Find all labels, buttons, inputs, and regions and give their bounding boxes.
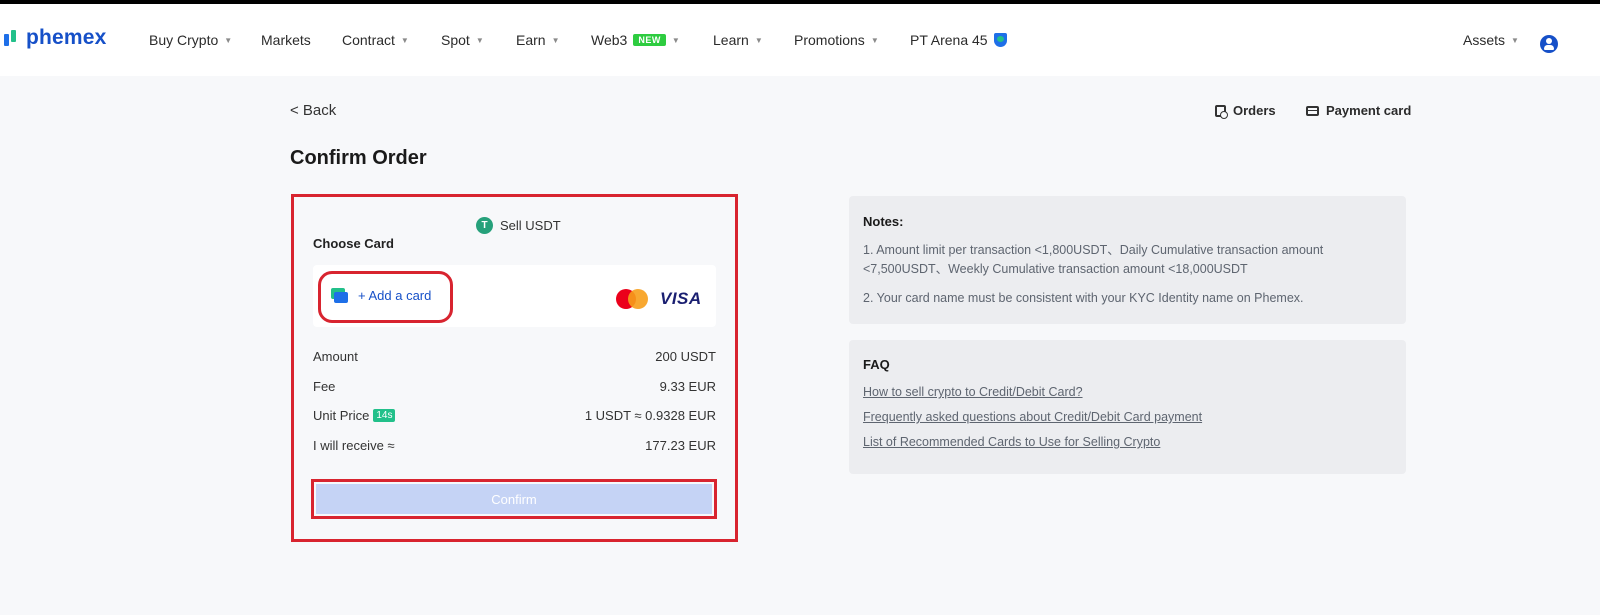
faq-link-card-payment-questions[interactable]: Frequently asked questions about Credit/… [863,410,1392,424]
shield-icon [993,33,1007,47]
unit-price-row: Unit Price 14s 1 USDT ≈ 0.9328 EUR [313,408,716,423]
nav-promotions-label: Promotions [794,32,865,48]
nav-learn[interactable]: Learn ▼ [713,32,763,48]
unit-price-value: 1 USDT ≈ 0.9328 EUR [584,408,716,423]
nav-assets[interactable]: Assets ▼ [1463,32,1519,48]
nav-web3-label: Web3 [591,32,628,48]
top-navigation: phemex Buy Crypto ▼ Markets Contract ▼ S… [0,4,1600,76]
add-card-label: + Add a card [358,288,432,303]
faq-link-sell-to-card[interactable]: How to sell crypto to Credit/Debit Card? [863,385,1392,399]
visa-icon: VISA [660,289,702,308]
logo-text: phemex [26,26,107,49]
nav-assets-label: Assets [1463,32,1506,48]
faq-link-recommended-cards[interactable]: List of Recommended Cards to Use for Sel… [863,435,1392,449]
user-avatar-icon[interactable] [1540,35,1558,53]
chevron-down-icon: ▼ [671,35,680,45]
new-badge: NEW [633,34,666,46]
note-limit-line-2: <7,500USDT、Weekly Cumulative transaction… [863,262,1248,276]
order-panel: T Sell USDT Choose Card + Add a card VIS… [291,194,738,542]
unit-price-label: Unit Price [313,408,370,423]
confirm-button[interactable]: Confirm [316,484,712,514]
notes-panel: Notes: 1. Amount limit per transaction <… [849,196,1406,324]
nav-buy-crypto-label: Buy Crypto [149,32,219,48]
unit-price-label-group: Unit Price 14s [313,408,396,423]
nav-spot[interactable]: Spot ▼ [441,32,484,48]
payment-card-label: Payment card [1326,103,1412,118]
nav-buy-crypto[interactable]: Buy Crypto ▼ [149,32,232,48]
nav-markets-label: Markets [261,32,311,48]
chevron-down-icon: ▼ [870,35,879,45]
receive-value: 177.23 EUR [645,438,716,453]
chevron-down-icon: ▼ [754,35,763,45]
nav-pt-arena[interactable]: PT Arena 45 [910,32,1007,48]
orders-icon [1215,104,1228,119]
nav-promotions[interactable]: Promotions ▼ [794,32,879,48]
orders-label: Orders [1233,103,1276,118]
refresh-timer-badge: 14s [373,409,396,422]
sell-asset-label: T Sell USDT [476,217,561,234]
chevron-down-icon: ▼ [475,35,484,45]
faq-panel: FAQ How to sell crypto to Credit/Debit C… [849,340,1406,474]
note-limit-line-1: 1. Amount limit per transaction <1,800US… [863,243,1324,257]
faq-title: FAQ [863,357,890,372]
phemex-logo-icon [4,28,20,48]
nav-pt-arena-label: PT Arena 45 [910,32,988,48]
nav-contract-label: Contract [342,32,395,48]
orders-link[interactable]: Orders [1215,103,1276,119]
chevron-down-icon: ▼ [224,35,233,45]
nav-learn-label: Learn [713,32,749,48]
nav-earn[interactable]: Earn ▼ [516,32,560,48]
nav-web3[interactable]: Web3 NEW ▼ [591,32,680,48]
notes-title: Notes: [863,214,904,229]
payment-card-link[interactable]: Payment card [1306,103,1411,118]
choose-card-label: Choose Card [313,236,394,251]
tether-icon: T [476,217,493,234]
amount-value: 200 USDT [655,349,716,364]
fee-row: Fee 9.33 EUR [313,379,716,394]
receive-label: I will receive ≈ [313,438,395,453]
phemex-logo[interactable]: phemex [4,26,107,50]
chevron-down-icon: ▼ [1511,35,1519,45]
nav-earn-label: Earn [516,32,546,48]
fee-value: 9.33 EUR [659,379,716,394]
add-card-button[interactable]: + Add a card [331,288,431,303]
amount-row: Amount 200 USDT [313,349,716,364]
chevron-down-icon: ▼ [551,35,560,45]
wallet-icon [331,288,348,303]
note-kyc-line: 2. Your card name must be consistent wit… [863,291,1304,305]
nav-contract[interactable]: Contract ▼ [342,32,409,48]
back-link[interactable]: < Back [290,102,336,119]
amount-label: Amount [313,349,358,364]
fee-label: Fee [313,379,336,394]
nav-markets[interactable]: Markets [261,32,311,48]
chevron-down-icon: ▼ [400,35,409,45]
mastercard-icon [616,289,648,309]
receive-row: I will receive ≈ 177.23 EUR [313,438,716,453]
nav-spot-label: Spot [441,32,470,48]
credit-card-icon [1306,105,1319,116]
page-title: Confirm Order [290,147,427,169]
sell-asset-text: Sell USDT [500,218,561,233]
